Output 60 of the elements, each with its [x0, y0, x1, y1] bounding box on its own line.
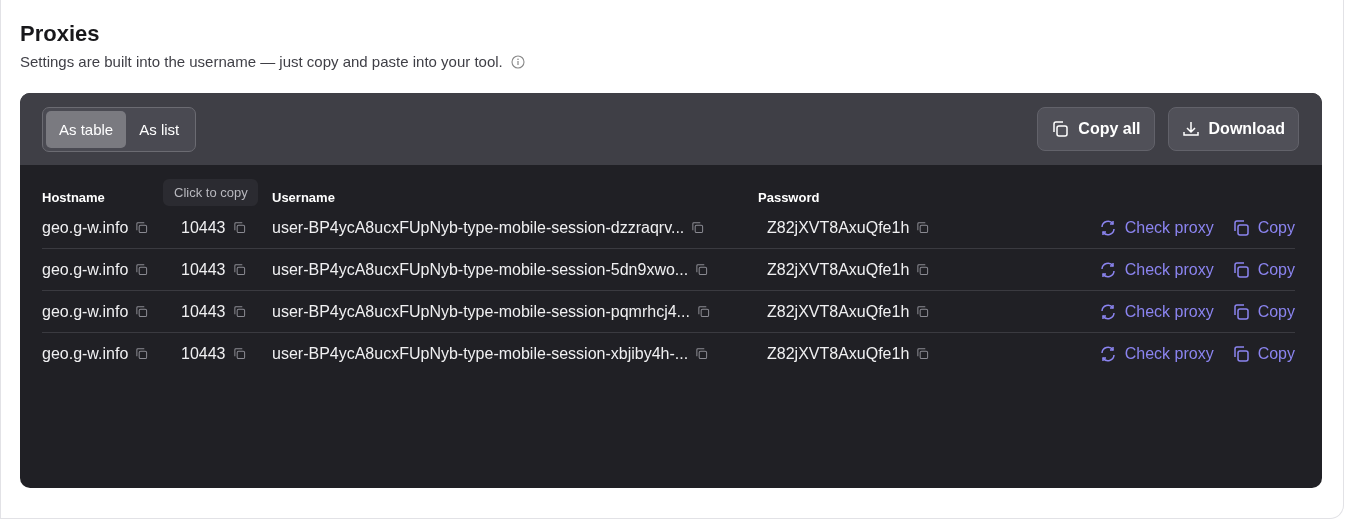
copy-icon [1231, 218, 1250, 237]
column-header: Username [272, 189, 336, 205]
copy-icon [1231, 260, 1250, 279]
refresh-icon [1098, 218, 1117, 237]
copy-all-button[interactable]: Copy all [1037, 107, 1155, 151]
column-header: Password [758, 189, 821, 205]
copy-link[interactable]: Copy [1257, 302, 1295, 321]
copy-icon[interactable] [695, 347, 709, 360]
copy-icon[interactable] [696, 305, 710, 318]
download-button[interactable]: Download [1167, 107, 1299, 151]
download-icon [1181, 120, 1200, 138]
copy-icon[interactable] [232, 263, 246, 276]
port-cell: 10443 [181, 344, 226, 363]
view-tab[interactable]: As list [126, 110, 193, 148]
view-tab[interactable]: As table [46, 110, 127, 148]
hostname-cell: geo.g-w.info [42, 344, 129, 363]
port-cell: 10443 [181, 218, 226, 237]
check-proxy-link[interactable]: Check proxy [1124, 302, 1214, 321]
copy-icon [1051, 120, 1070, 138]
copy-icon[interactable] [232, 305, 246, 318]
password-cell: Z82jXVT8AxuQfe1h [767, 344, 910, 363]
password-cell: Z82jXVT8AxuQfe1h [767, 218, 910, 237]
password-cell: Z82jXVT8AxuQfe1h [767, 260, 910, 279]
copy-icon [1231, 302, 1250, 321]
check-proxy-link[interactable]: Check proxy [1124, 218, 1214, 237]
refresh-icon [1098, 260, 1117, 279]
copy-icon[interactable] [916, 347, 930, 360]
check-proxy-link[interactable]: Check proxy [1124, 344, 1214, 363]
hostname-cell: geo.g-w.info [42, 218, 129, 237]
copy-link[interactable]: Copy [1257, 260, 1295, 279]
copy-icon[interactable] [135, 305, 149, 318]
copy-icon[interactable] [232, 221, 246, 234]
tooltip: Click to copy [163, 179, 258, 206]
page-subtitle: Settings are built into the username — just copy and paste into your tool. [20, 53, 503, 70]
info-icon[interactable] [510, 54, 525, 69]
copy-link[interactable]: Copy [1257, 218, 1295, 237]
copy-icon[interactable] [232, 347, 246, 360]
copy-icon[interactable] [695, 263, 709, 276]
username-cell: user-BP4ycA8ucxFUpNyb-type-mobile-session-5dn9xwo... [272, 260, 689, 279]
page-title: Proxies [20, 20, 101, 48]
port-cell: 10443 [181, 260, 226, 279]
copy-icon[interactable] [916, 305, 930, 318]
copy-icon[interactable] [135, 263, 149, 276]
refresh-icon [1098, 302, 1117, 321]
refresh-icon [1098, 344, 1117, 363]
password-cell: Z82jXVT8AxuQfe1h [767, 302, 910, 321]
copy-icon [1231, 344, 1250, 363]
check-proxy-link[interactable]: Check proxy [1124, 260, 1214, 279]
username-cell: user-BP4ycA8ucxFUpNyb-type-mobile-session-pqmrhcj4... [272, 302, 690, 321]
hostname-cell: geo.g-w.info [42, 260, 129, 279]
copy-icon[interactable] [916, 263, 930, 276]
copy-icon[interactable] [135, 221, 149, 234]
copy-icon[interactable] [135, 347, 149, 360]
hostname-cell: geo.g-w.info [42, 302, 129, 321]
copy-link[interactable]: Copy [1257, 344, 1295, 363]
copy-icon[interactable] [916, 221, 930, 234]
copy-icon[interactable] [691, 221, 705, 234]
username-cell: user-BP4ycA8ucxFUpNyb-type-mobile-session-dzzraqrv... [272, 218, 685, 237]
username-cell: user-BP4ycA8ucxFUpNyb-type-mobile-session-xbjiby4h-... [272, 344, 689, 363]
port-cell: 10443 [181, 302, 226, 321]
